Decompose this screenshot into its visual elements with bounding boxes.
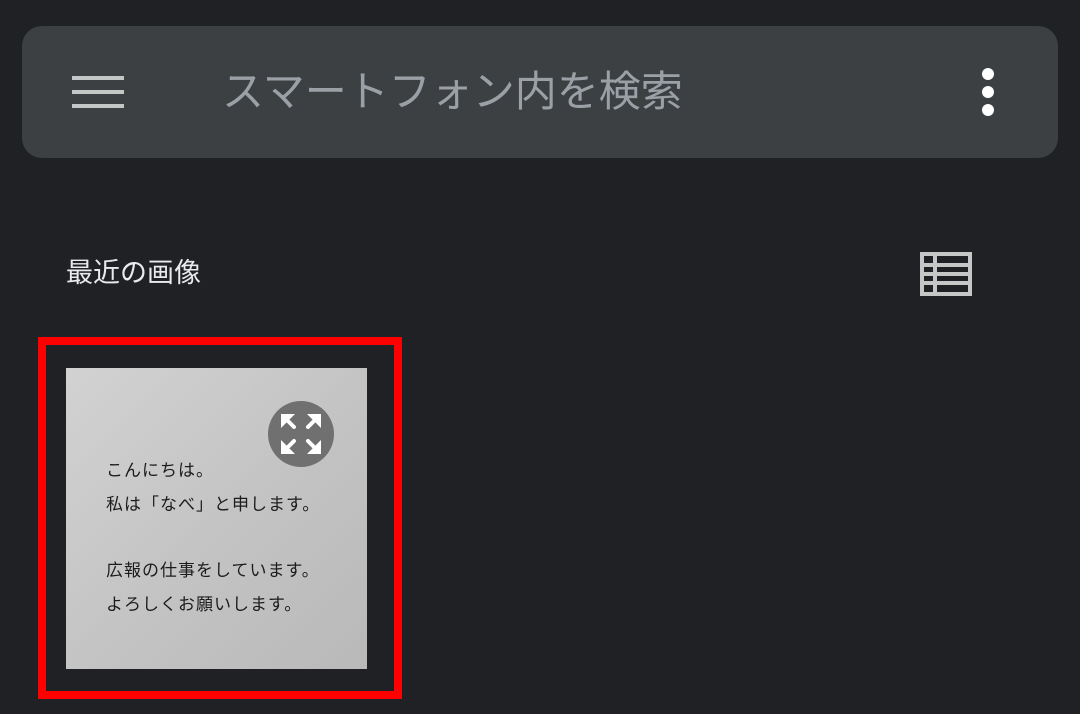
image-text: こんにちは。 私は「なべ」と申します。 広報の仕事をしています。 よろしくお願い… bbox=[106, 454, 320, 622]
search-bar[interactable]: スマートフォン内を検索 bbox=[22, 26, 1058, 158]
search-input[interactable]: スマートフォン内を検索 bbox=[222, 64, 683, 120]
more-vertical-icon bbox=[982, 68, 994, 116]
image-text-line: 広報の仕事をしています。 bbox=[106, 561, 320, 581]
view-toggle-button[interactable] bbox=[918, 250, 974, 298]
image-text-line: よろしくお願いします。 bbox=[106, 595, 303, 615]
menu-button[interactable] bbox=[72, 70, 124, 114]
hamburger-menu-icon bbox=[72, 76, 124, 108]
image-text-line: 私は「なべ」と申します。 bbox=[106, 495, 321, 515]
more-options-button[interactable] bbox=[968, 66, 1008, 118]
image-text-line: こんにちは。 bbox=[106, 461, 214, 481]
list-view-icon bbox=[920, 252, 972, 296]
section-title: 最近の画像 bbox=[66, 258, 201, 289]
recent-image-thumbnail[interactable]: こんにちは。 私は「なべ」と申します。 広報の仕事をしています。 よろしくお願い… bbox=[66, 368, 367, 669]
